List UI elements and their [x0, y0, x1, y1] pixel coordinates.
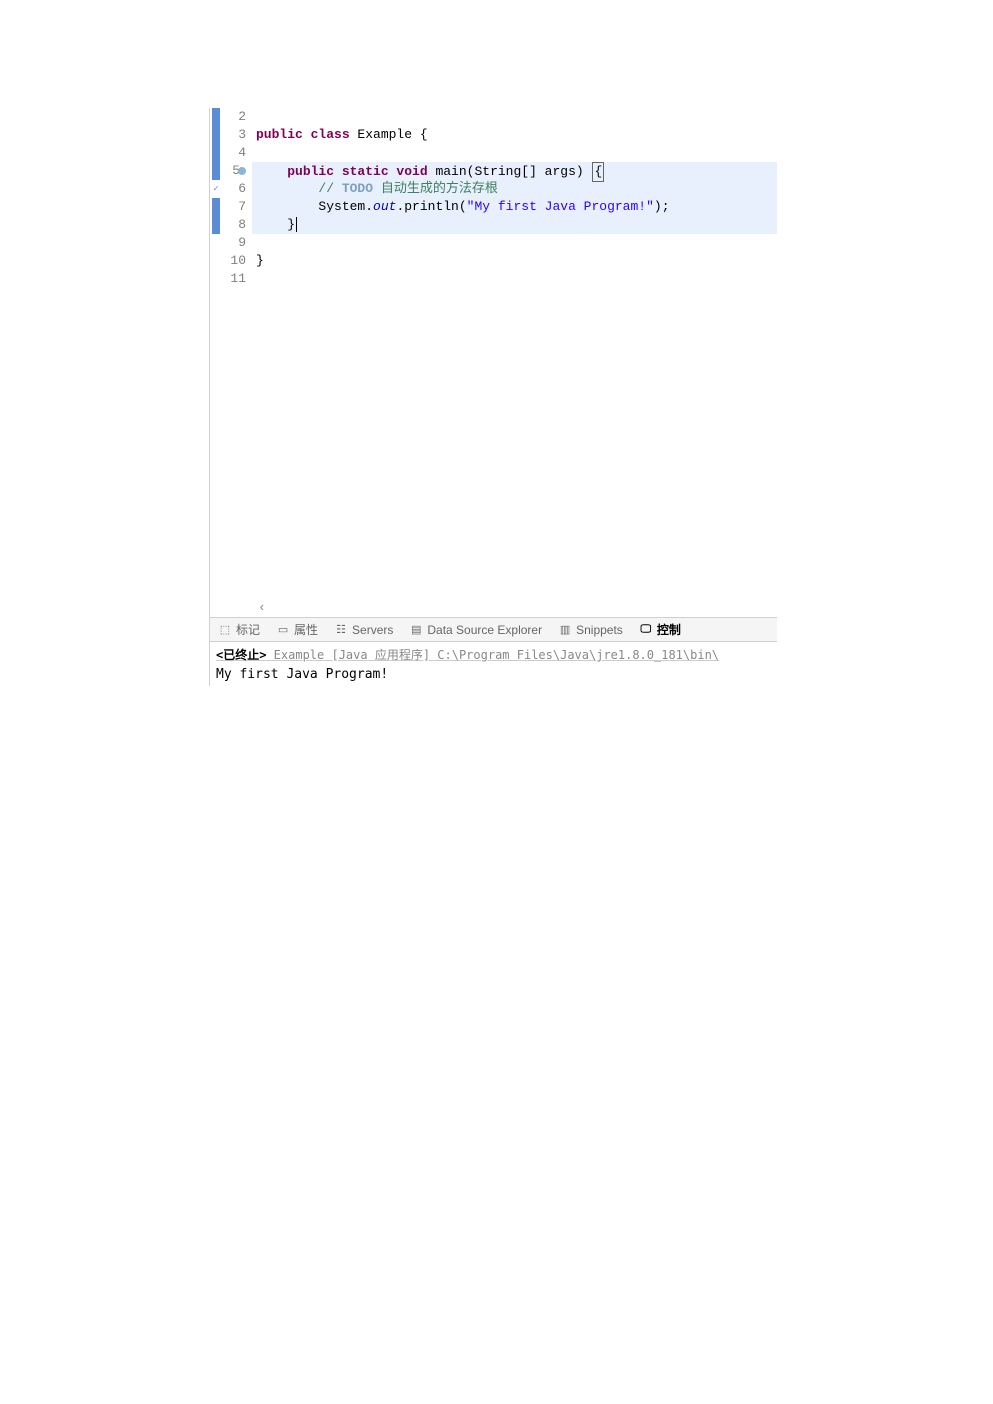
code-line[interactable]: [252, 234, 777, 252]
line-number: 6: [222, 180, 246, 198]
bottom-tab[interactable]: ⬚ 标记: [210, 618, 268, 641]
code-line[interactable]: public class Example {: [252, 126, 777, 144]
tab-label: 属性: [294, 621, 318, 638]
change-marker-icon: [212, 108, 220, 126]
code-area[interactable]: public class Example { public static voi…: [252, 108, 777, 617]
tab-label: Servers: [352, 623, 393, 637]
code-editor[interactable]: ✓ 234567891011 public class Example { pu…: [210, 108, 777, 618]
gutter-row: [210, 108, 222, 126]
line-number: 10: [222, 252, 246, 270]
bottom-tab[interactable]: 🖵 控制: [631, 618, 689, 641]
line-number: 8: [222, 216, 246, 234]
gutter-row: ✓: [210, 180, 222, 198]
change-marker-icon: [212, 162, 220, 180]
gutter-row: [210, 198, 222, 216]
launch-config-label: Example [Java 应用程序] C:\Program Files\Jav…: [266, 648, 719, 662]
code-line[interactable]: [252, 270, 777, 288]
tab-label: 控制: [657, 621, 681, 638]
line-number-column: 234567891011: [222, 108, 252, 617]
bottom-tabs-bar: ⬚ 标记 ▭ 属性 ☷ Servers ▤ Data Source Explorer ▥ Snip…: [210, 618, 777, 642]
console-view: <已终止> Example [Java 应用程序] C:\Program Fil…: [210, 642, 777, 686]
text-cursor: [295, 217, 297, 232]
tab-icon: ⬚: [218, 623, 232, 637]
bottom-tab[interactable]: ▭ 属性: [268, 618, 326, 641]
tab-icon: 🖵: [639, 623, 653, 637]
tab-icon: ▤: [409, 623, 423, 637]
console-launch-header: <已终止> Example [Java 应用程序] C:\Program Fil…: [216, 646, 771, 663]
line-number: 3: [222, 126, 246, 144]
change-marker-icon: [212, 144, 220, 162]
scroll-left-icon[interactable]: ‹: [258, 600, 266, 615]
change-marker-icon: [212, 126, 220, 144]
line-number: 5: [222, 162, 246, 180]
bottom-tab[interactable]: ☷ Servers: [326, 618, 401, 641]
bottom-tab[interactable]: ▥ Snippets: [550, 618, 631, 641]
ide-panel: ✓ 234567891011 public class Example { pu…: [209, 108, 777, 686]
code-line[interactable]: }: [252, 252, 777, 270]
gutter-row: [210, 234, 222, 252]
method-decl-icon: [238, 167, 246, 175]
line-number: 4: [222, 144, 246, 162]
gutter-row: [210, 252, 222, 270]
task-marker-icon: ✓: [210, 180, 222, 198]
gutter-row: [210, 270, 222, 288]
line-number: 11: [222, 270, 246, 288]
tab-icon: ☷: [334, 623, 348, 637]
terminated-label: <已终止>: [216, 648, 266, 662]
gutter-markers: ✓: [210, 108, 222, 617]
gutter-row: [210, 144, 222, 162]
code-line[interactable]: System.out.println("My first Java Progra…: [252, 198, 777, 216]
tab-label: 标记: [236, 621, 260, 638]
bottom-tab[interactable]: ▤ Data Source Explorer: [401, 618, 550, 641]
change-marker-icon: [212, 198, 220, 216]
line-number: 2: [222, 108, 246, 126]
tab-label: Data Source Explorer: [427, 623, 542, 637]
gutter-row: [210, 162, 222, 180]
tab-icon: ▭: [276, 623, 290, 637]
change-marker-icon: [212, 216, 220, 234]
console-output: My first Java Program!: [216, 667, 771, 682]
gutter-row: [210, 216, 222, 234]
code-line[interactable]: [252, 108, 777, 126]
code-line[interactable]: }: [252, 216, 777, 234]
tab-icon: ▥: [558, 623, 572, 637]
code-line[interactable]: [252, 144, 777, 162]
code-line[interactable]: // TODO 自动生成的方法存根: [252, 180, 777, 198]
code-line[interactable]: public static void main(String[] args) {: [252, 162, 777, 180]
line-number: 9: [222, 234, 246, 252]
line-number: 7: [222, 198, 246, 216]
tab-label: Snippets: [576, 623, 623, 637]
gutter-row: [210, 126, 222, 144]
